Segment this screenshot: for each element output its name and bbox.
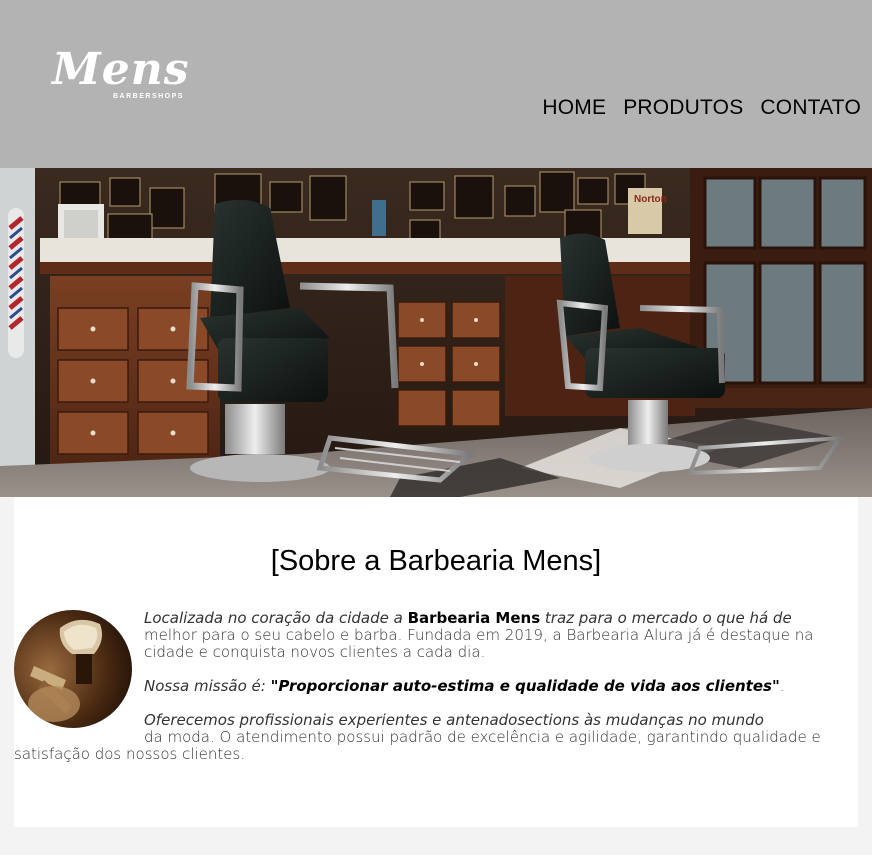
about-paragraph-1: Localizada no coração da cidade a Barbea… [14,610,858,661]
about-p1-rest: melhor para o seu cabelo e barba. Fundad… [144,626,814,661]
mission-label: Nossa missão é: [144,677,271,695]
nav-produtos-link[interactable]: PRODUTOS [623,96,743,120]
about-p1-intro: Localizada no coração da cidade a [144,609,408,627]
about-p3-rest: da moda. O atendimento possui padrão de … [14,728,821,763]
about-title: [Sobre a Barbearia Mens] [270,545,602,577]
brand-name: Barbearia Mens [407,609,541,627]
nav-home-link[interactable]: HOME [542,96,606,120]
nav-contato-link[interactable]: CONTATO [760,96,861,120]
logo-subtitle: BARBERSHOPS [113,93,184,100]
site-header: Mens BARBERSHOPS HOME PRODUTOS CONTATO [0,0,872,168]
svg-text:Norton: Norton [634,194,667,205]
about-text: Localizada no coração da cidade a Barbea… [14,610,858,780]
mission-end: . [779,677,785,695]
about-p3-intro: Oferecemos profissionais experientes e a… [144,711,764,729]
barbershop-hero-banner: Norton [0,168,872,497]
shaving-brush-photo [14,610,132,728]
barbershop-interior-photo: Norton [0,168,872,497]
about-paragraph-3: Oferecemos profissionais experientes e a… [14,712,858,763]
about-p1-tail: traz para o mercado o que há de [540,609,792,627]
about-section: [Sobre a Barbearia Mens] Localizada no c… [14,497,858,827]
main-nav: HOME PRODUTOS CONTATO [542,96,861,120]
mens-logo[interactable]: Mens BARBERSHOPS [50,48,190,108]
logo-wordmark: Mens [52,44,190,95]
about-paragraph-2: Nossa missão é: "Proporcionar auto-estim… [14,678,858,695]
mission-statement: "Proporcionar auto-estima e qualidade de… [270,677,780,695]
